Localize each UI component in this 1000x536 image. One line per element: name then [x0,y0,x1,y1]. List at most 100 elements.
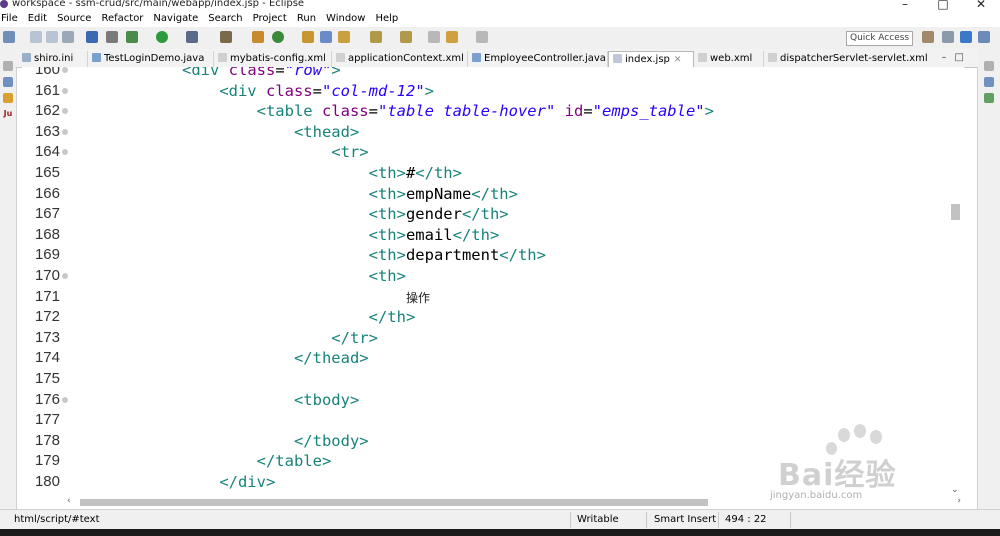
code-text: <th>#</th> [70,163,462,184]
line-number: 161 [34,81,60,99]
new-server-icon[interactable] [252,31,264,43]
save-icon[interactable] [30,31,42,43]
code-line[interactable]: 167 <th>gender</th> [22,204,948,225]
code-line[interactable]: 174 </thead> [22,348,948,369]
scroll-right-icon[interactable]: › [957,496,961,506]
fold-marker-icon[interactable] [62,273,68,279]
tab-index-jsp[interactable]: index.jsp ✕ [608,51,694,67]
code-line[interactable]: 168 <th>email</th> [22,225,948,246]
code-text: <div class="row"> [70,67,341,81]
code-line[interactable]: 176 <tbody> [22,390,948,411]
code-line[interactable]: 172 </th> [22,307,948,328]
save-all-icon[interactable] [46,31,58,43]
java-ee-perspective-icon[interactable] [942,31,954,43]
fold-marker-icon[interactable] [62,87,68,94]
fold-marker-icon[interactable] [62,67,68,73]
line-number: 180 [34,473,60,490]
line-number: 178 [34,431,60,449]
code-line[interactable]: 169 <th>department</th> [22,245,948,266]
close-tab-icon[interactable]: ✕ [674,55,682,65]
code-line[interactable]: 173 </tr> [22,328,948,349]
menu-help[interactable]: Help [370,11,403,27]
open-perspective-icon[interactable] [922,31,934,43]
tab-mybatis-config-xml[interactable]: mybatis-config.xml [214,51,332,67]
horizontal-scroll-thumb[interactable] [80,499,708,506]
outline-icon[interactable] [984,77,994,87]
fold-marker-icon[interactable] [62,128,68,135]
external-tools-icon[interactable] [186,31,198,43]
restore-icon[interactable] [3,61,13,71]
menu-project[interactable]: Project [248,11,292,27]
menu-file[interactable]: File [0,11,23,27]
code-line[interactable]: 160 <div class="row"> [22,67,948,81]
code-text: 操作 [70,287,430,309]
line-number: 171 [34,287,60,305]
open-task-icon[interactable] [320,31,332,43]
code-line[interactable]: 163 <thead> [22,122,948,143]
code-line[interactable]: 171 操作 [22,287,948,308]
back-icon[interactable] [446,31,458,43]
java-perspective-icon[interactable] [960,31,972,43]
code-line[interactable]: 175 [22,369,948,390]
previous-annotation-icon[interactable] [400,31,412,43]
menu-window[interactable]: Window [321,11,370,27]
task-list-icon[interactable] [984,93,994,103]
open-type-icon[interactable] [302,31,314,43]
print-icon[interactable] [62,31,74,43]
tab-web-xml[interactable]: web.xml [694,51,764,67]
minimize-view-button[interactable]: – [942,52,955,63]
skip-breakpoints-icon[interactable] [106,31,118,43]
menu-refactor[interactable]: Refactor [96,11,148,27]
new-class-icon[interactable] [272,31,284,43]
fold-marker-icon[interactable] [62,396,68,403]
navigator-icon[interactable] [3,93,13,103]
debug-icon[interactable] [126,31,138,43]
last-edit-icon[interactable] [428,31,440,43]
minimize-button[interactable]: – [886,0,924,11]
junit-icon[interactable]: Ju [3,109,13,119]
paw-toe [838,428,850,442]
tab-shiro-ini[interactable]: shiro.ini [18,51,88,67]
status-cursor-position: 494 : 22 [725,514,767,525]
menu-edit[interactable]: Edit [23,11,52,27]
terminal-icon[interactable] [86,31,98,43]
forward-icon[interactable] [476,31,488,43]
restore-icon[interactable] [984,61,994,71]
package-explorer-icon[interactable] [3,77,13,87]
code-line[interactable]: 170 <th> [22,266,948,287]
code-line[interactable]: 162 <table class="table table-hover" id=… [22,101,948,122]
tab-applicationcontext-xml[interactable]: applicationContext.xml [332,51,468,67]
next-annotation-icon[interactable] [370,31,382,43]
code-line[interactable]: 165 <th>#</th> [22,163,948,184]
tab-dispatcherservlet-servlet-xml[interactable]: dispatcherServlet-servlet.xml [764,51,928,67]
code-line[interactable]: 166 <th>empName</th> [22,184,948,205]
code-token: id [564,102,584,121]
menu-search[interactable]: Search [203,11,247,27]
code-token: gender [405,205,462,224]
run-icon[interactable] [156,31,168,43]
code-text: <tr> [70,142,368,163]
fold-marker-icon[interactable] [62,149,68,156]
scroll-left-icon[interactable]: ‹ [67,496,71,506]
eclipse-app-icon [0,0,8,8]
code-line[interactable]: 161 <div class="col-md-12"> [22,81,948,102]
new-icon[interactable] [3,31,15,43]
tab-employeecontroller-java[interactable]: EmployeeController.java [468,51,608,67]
vertical-scroll-thumb[interactable] [951,204,960,220]
code-line[interactable]: 164 <tr> [22,142,948,163]
tab-testlogindemo-java[interactable]: TestLoginDemo.java [88,51,214,67]
quick-access-input[interactable]: Quick Access [846,31,913,46]
code-token: </th> [415,164,462,182]
close-button[interactable]: ✕ [962,0,1000,11]
code-token: 操作 [405,290,430,305]
maximize-view-button[interactable]: □ [955,52,972,63]
debug-perspective-icon[interactable] [978,31,990,43]
pen-icon[interactable] [338,31,350,43]
menu-navigate[interactable]: Navigate [148,11,203,27]
code-text: </table> [70,451,332,472]
search-icon[interactable] [220,31,232,43]
menu-source[interactable]: Source [52,11,96,27]
menu-run[interactable]: Run [292,11,321,27]
maximize-button[interactable]: □ [924,0,962,11]
fold-marker-icon[interactable] [62,108,68,115]
